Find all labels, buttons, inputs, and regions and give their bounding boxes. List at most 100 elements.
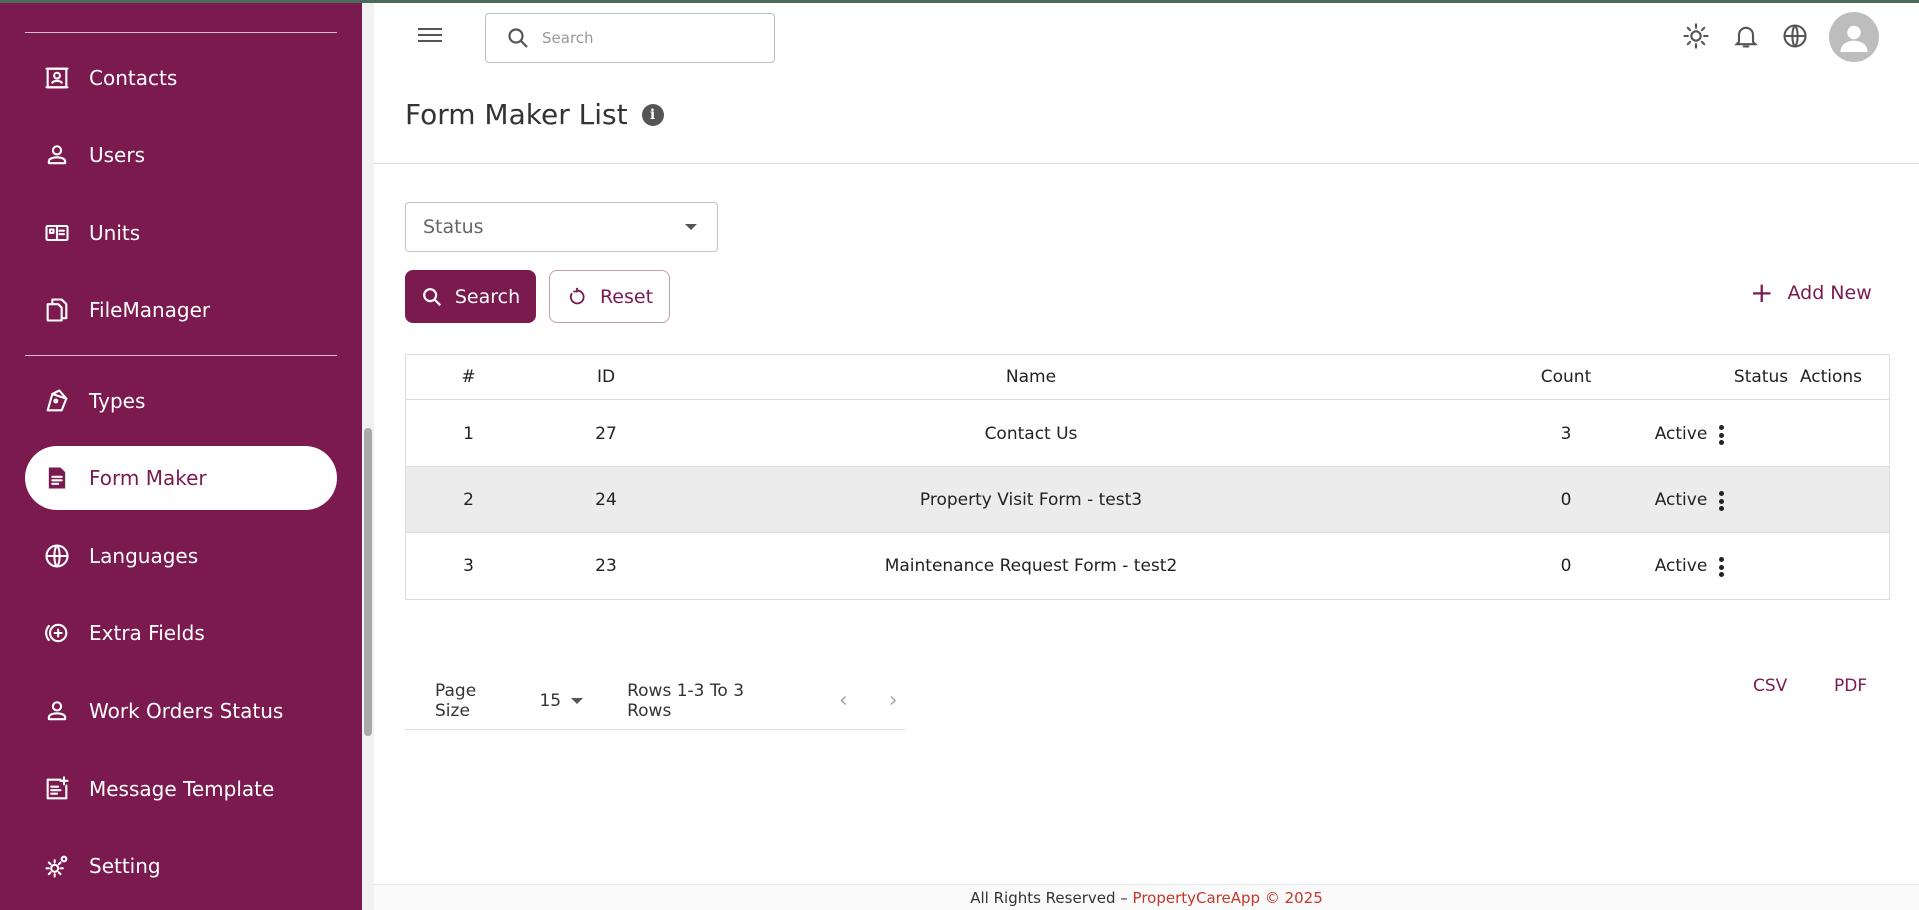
- cell-num: 3: [463, 556, 474, 576]
- sidebar-item-extra-fields[interactable]: Extra Fields: [25, 601, 337, 665]
- page-size-label: Page Size: [435, 680, 477, 721]
- form-icon: [41, 462, 73, 494]
- globe-icon: [41, 540, 73, 572]
- search-button[interactable]: Search: [405, 270, 536, 323]
- bell-icon[interactable]: [1730, 20, 1762, 52]
- cell-name: Contact Us: [984, 423, 1078, 444]
- column-header-num[interactable]: #: [406, 367, 531, 387]
- page-title: Form Maker List i: [405, 98, 664, 131]
- form-maker-table: # ID Name Count Status Actions 1 27 Cont…: [405, 354, 1890, 600]
- cell-status: Active: [1654, 489, 1708, 510]
- chevron-right-icon[interactable]: ›: [881, 688, 905, 713]
- sidebar-item-label: Setting: [89, 854, 161, 878]
- chevron-left-icon[interactable]: ‹: [832, 688, 856, 713]
- info-icon[interactable]: i: [641, 103, 664, 126]
- sidebar-item-users[interactable]: Users: [25, 123, 337, 187]
- row-actions-menu-icon[interactable]: [1709, 489, 1733, 513]
- footer: All Rights Reserved – PropertyCareApp © …: [374, 884, 1919, 910]
- sidebar-item-label: Extra Fields: [89, 621, 205, 645]
- table-row[interactable]: 1 27 Contact Us 3 Active: [406, 401, 1889, 467]
- menu-icon[interactable]: [416, 24, 444, 50]
- sidebar-item-units[interactable]: Units: [25, 201, 337, 265]
- sidebar-item-label: FileManager: [89, 298, 211, 322]
- cell-status: Active: [1654, 423, 1708, 444]
- sidebar-item-label: Contacts: [89, 66, 178, 90]
- chevron-down-icon: [685, 224, 697, 230]
- avatar[interactable]: [1829, 12, 1879, 62]
- sidebar-item-work-orders-status[interactable]: Work Orders Status: [25, 679, 337, 743]
- message-template-icon: [41, 773, 73, 805]
- export-csv-button[interactable]: CSV: [1753, 676, 1787, 696]
- plus-icon: +: [1750, 276, 1774, 309]
- column-header-name[interactable]: Name: [681, 367, 1381, 387]
- sidebar-scrollbar-thumb[interactable]: [364, 428, 372, 736]
- cell-id: 27: [595, 423, 617, 444]
- top-header: [374, 0, 1919, 78]
- globe-icon[interactable]: [1779, 20, 1811, 52]
- status-select[interactable]: Status: [405, 202, 718, 252]
- export-pdf-button[interactable]: PDF: [1834, 676, 1867, 696]
- contacts-icon: [41, 62, 73, 94]
- avatar-person-icon: [1840, 25, 1868, 52]
- sun-icon[interactable]: [1680, 20, 1712, 52]
- column-header-count[interactable]: Count: [1491, 367, 1641, 387]
- search-button-label: Search: [454, 285, 521, 308]
- pagination: Page Size 15 Rows 1-3 To 3 Rows ‹ ›: [405, 672, 905, 730]
- add-circle-icon: [41, 617, 73, 649]
- add-new-label: Add New: [1787, 282, 1872, 304]
- sidebar-item-label: Work Orders Status: [89, 699, 284, 723]
- sidebar-divider: [25, 32, 337, 33]
- page-size-value: 15: [539, 690, 562, 711]
- sidebar-item-label: Message Template: [89, 777, 275, 801]
- cell-status: Active: [1654, 556, 1708, 576]
- top-accent-bar: [0, 0, 1919, 3]
- sidebar-item-message-template[interactable]: Message Template: [25, 757, 337, 821]
- page-title-text: Form Maker List: [405, 98, 628, 131]
- title-divider: [374, 163, 1919, 164]
- sidebar-item-label: Users: [89, 143, 146, 167]
- rows-info: Rows 1-3 To 3 Rows: [627, 680, 745, 721]
- reset-button[interactable]: Reset: [549, 270, 670, 323]
- sidebar-item-label: Types: [89, 389, 146, 413]
- header-search[interactable]: [485, 13, 775, 63]
- footer-text: All Rights Reserved –: [970, 889, 1133, 907]
- chevron-down-icon: [571, 697, 584, 704]
- sidebar-item-form-maker[interactable]: Form Maker: [25, 446, 337, 510]
- column-header-id[interactable]: ID: [531, 367, 681, 387]
- add-new-button[interactable]: + Add New: [1750, 276, 1872, 309]
- units-icon: [41, 217, 73, 249]
- file-manager-icon: [41, 294, 73, 326]
- table-header-row: # ID Name Count Status Actions: [406, 355, 1889, 400]
- sidebar: Contacts Users Units FileManager Types F…: [0, 0, 362, 910]
- sidebar-item-filemanager[interactable]: FileManager: [25, 278, 337, 342]
- sidebar-item-contacts[interactable]: Contacts: [25, 46, 337, 110]
- row-actions-menu-icon[interactable]: [1709, 555, 1733, 579]
- refresh-icon: [569, 287, 585, 304]
- sidebar-item-label: Form Maker: [89, 466, 207, 490]
- search-input[interactable]: [542, 29, 742, 47]
- sidebar-item-types[interactable]: Types: [25, 369, 337, 433]
- sidebar-item-languages[interactable]: Languages: [25, 524, 337, 588]
- search-icon: [508, 28, 528, 48]
- sidebar-divider: [25, 355, 337, 356]
- table-row[interactable]: 3 23 Maintenance Request Form - test2 0 …: [406, 533, 1889, 599]
- user-icon: [41, 695, 73, 727]
- footer-brand-link[interactable]: PropertyCareApp © 2025: [1133, 889, 1323, 907]
- user-icon: [41, 139, 73, 171]
- row-actions-menu-icon[interactable]: [1709, 423, 1733, 447]
- cell-num: 2: [463, 489, 474, 510]
- cell-id: 24: [595, 489, 617, 510]
- cell-id: 23: [595, 556, 617, 576]
- sidebar-item-label: Units: [89, 221, 141, 245]
- types-icon: [41, 385, 73, 417]
- sidebar-item-setting[interactable]: Setting: [25, 834, 337, 898]
- status-select-placeholder: Status: [423, 216, 484, 238]
- gear-icon: [41, 850, 73, 882]
- cell-name: Property Visit Form - test3: [919, 489, 1143, 510]
- search-icon: [422, 287, 441, 306]
- cell-num: 1: [463, 423, 474, 444]
- column-header-actions: Actions: [1799, 367, 1863, 387]
- page-size-select[interactable]: 15: [539, 690, 584, 711]
- table-row[interactable]: 2 24 Property Visit Form - test3 0 Activ…: [406, 467, 1889, 533]
- sidebar-item-label: Languages: [89, 544, 199, 568]
